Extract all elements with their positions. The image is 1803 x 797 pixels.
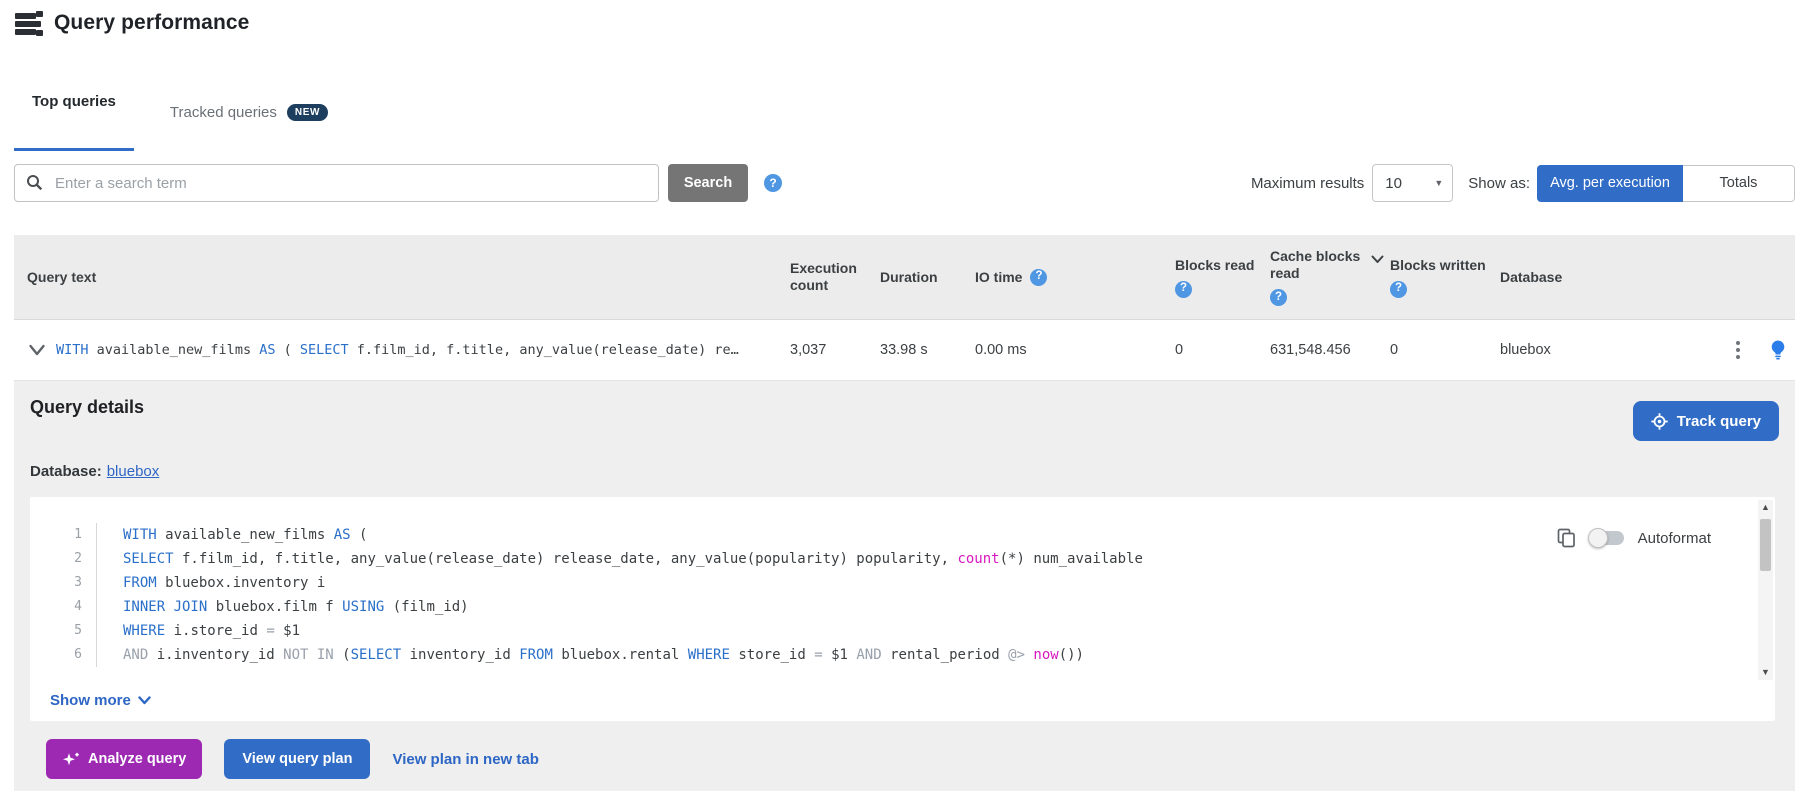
autoformat-label: Autoformat [1638,530,1711,547]
toggle-totals[interactable]: Totals [1683,165,1795,202]
code-line: 2SELECT f.film_id, f.title, any_value(re… [30,547,1775,571]
col-io-time: IO time? [975,235,1175,319]
io-time-cell: 0.00 ms [975,320,1175,380]
row-menu-icon[interactable] [1732,337,1744,363]
insights-lightbulb-icon[interactable] [1769,340,1787,360]
details-actions: Analyze query View query plan View plan … [46,739,539,779]
query-details-panel: Query details Track query Database: blueb… [14,381,1795,791]
max-results-label: Maximum results [1251,175,1364,192]
code-lines: 1WITH available_new_films AS (2SELECT f.… [30,497,1775,667]
database-link[interactable]: bluebox [107,463,160,480]
copy-icon[interactable] [1557,528,1576,548]
blocks-read-cell: 0 [1175,320,1270,380]
database-cell: bluebox [1500,320,1718,380]
code-line: 3FROM bluebox.inventory i [30,571,1775,595]
query-performance-icon [14,10,44,36]
line-number: 6 [30,643,97,667]
database-line: Database: bluebox [30,463,159,480]
result-controls: Maximum results 10 ▼ Show as: Avg. per e… [1251,164,1795,202]
view-plan-new-tab-link[interactable]: View plan in new tab [392,751,538,768]
execution-count-cell: 3,037 [790,320,880,380]
sql-code-card: 1WITH available_new_films AS (2SELECT f.… [30,497,1775,721]
col-blocks-written: Blocks written ? [1390,235,1500,319]
search-button[interactable]: Search [668,164,748,202]
max-results-value: 10 [1385,175,1402,192]
duration-cell: 33.98 s [880,320,975,380]
search-input[interactable] [53,174,658,193]
code-line: 6AND i.inventory_id NOT IN (SELECT inven… [30,643,1775,667]
view-query-plan-button[interactable]: View query plan [224,739,370,779]
search-help-icon[interactable]: ? [764,174,782,192]
toolbar: Search ? Maximum results 10 ▼ Show as: A… [14,164,1795,202]
sparkle-icon [62,751,79,768]
blocks-written-help-icon[interactable]: ? [1390,281,1407,298]
line-number: 2 [30,547,97,571]
analyze-query-button[interactable]: Analyze query [46,739,202,779]
query-details-heading: Query details [30,397,144,418]
query-text-cell: WITH available_new_films AS ( SELECT f.f… [14,320,790,380]
cache-blocks-read-help-icon[interactable]: ? [1270,289,1287,306]
database-label: Database: [30,463,102,480]
code-controls: Autoformat [1557,528,1711,548]
code-line: 5WHERE i.store_id = $1 [30,619,1775,643]
page-title: Query performance [54,11,249,35]
active-tab-indicator [14,148,134,152]
expand-row-icon[interactable] [28,343,46,357]
scroll-down-icon[interactable]: ▼ [1758,665,1773,680]
col-database: Database [1500,235,1718,319]
autoformat-toggle[interactable] [1590,531,1624,545]
page-header: Query performance [14,0,1795,37]
col-query-text: Query text [14,235,790,319]
scroll-up-icon[interactable]: ▲ [1758,500,1773,515]
show-as-toggle: Avg. per execution Totals [1537,165,1795,202]
cache-blocks-read-cell: 631,548.456 [1270,320,1390,380]
tab-tracked-queries[interactable]: Tracked queries NEW [152,77,346,133]
toggle-knob [1588,528,1608,548]
row-query-text: WITH available_new_films AS ( SELECT f.f… [56,342,739,358]
scrollbar-track[interactable] [1758,515,1773,665]
track-query-button[interactable]: Track query [1633,401,1779,441]
table-header-row: Query text Execution count Duration IO t… [14,235,1795,320]
tab-bar: Top queries Tracked queries NEW [14,77,1795,135]
queries-table: Query text Execution count Duration IO t… [14,235,1795,381]
show-as-label: Show as: [1468,175,1530,192]
track-target-icon [1651,413,1668,430]
row-actions-cell [1718,320,1795,380]
scrollbar-thumb[interactable] [1760,519,1771,571]
line-number: 4 [30,595,97,619]
toggle-avg-per-execution[interactable]: Avg. per execution [1537,165,1683,202]
query-row[interactable]: WITH available_new_films AS ( SELECT f.f… [14,320,1795,381]
io-time-help-icon[interactable]: ? [1030,269,1047,286]
max-results-select[interactable]: 10 ▼ [1372,164,1453,202]
blocks-read-help-icon[interactable]: ? [1175,281,1192,298]
line-number: 5 [30,619,97,643]
col-cache-blocks-read: Cache blocks read ? [1270,235,1390,319]
blocks-written-cell: 0 [1390,320,1500,380]
query-performance-page: Query performance Top queries Tracked qu… [14,0,1795,791]
col-blocks-read: Blocks read ? [1175,235,1270,319]
new-badge: NEW [287,104,328,121]
chevron-down-icon [138,696,151,705]
line-number: 3 [30,571,97,595]
code-line: 4INNER JOIN bluebox.film f USING (film_i… [30,595,1775,619]
tab-top-queries[interactable]: Top queries [14,77,134,135]
search-icon [26,174,43,196]
show-more-link[interactable]: Show more [50,692,151,709]
col-execution-count: Execution count [790,235,880,319]
line-number: 1 [30,523,97,547]
search-box [14,164,659,202]
code-scrollbar[interactable]: ▲ ▼ [1758,500,1773,680]
code-line: 1WITH available_new_films AS ( [30,523,1775,547]
col-duration: Duration [880,235,975,319]
sort-descending-icon[interactable] [1371,251,1384,268]
select-caret-icon: ▼ [1434,178,1443,188]
col-actions [1718,235,1795,319]
